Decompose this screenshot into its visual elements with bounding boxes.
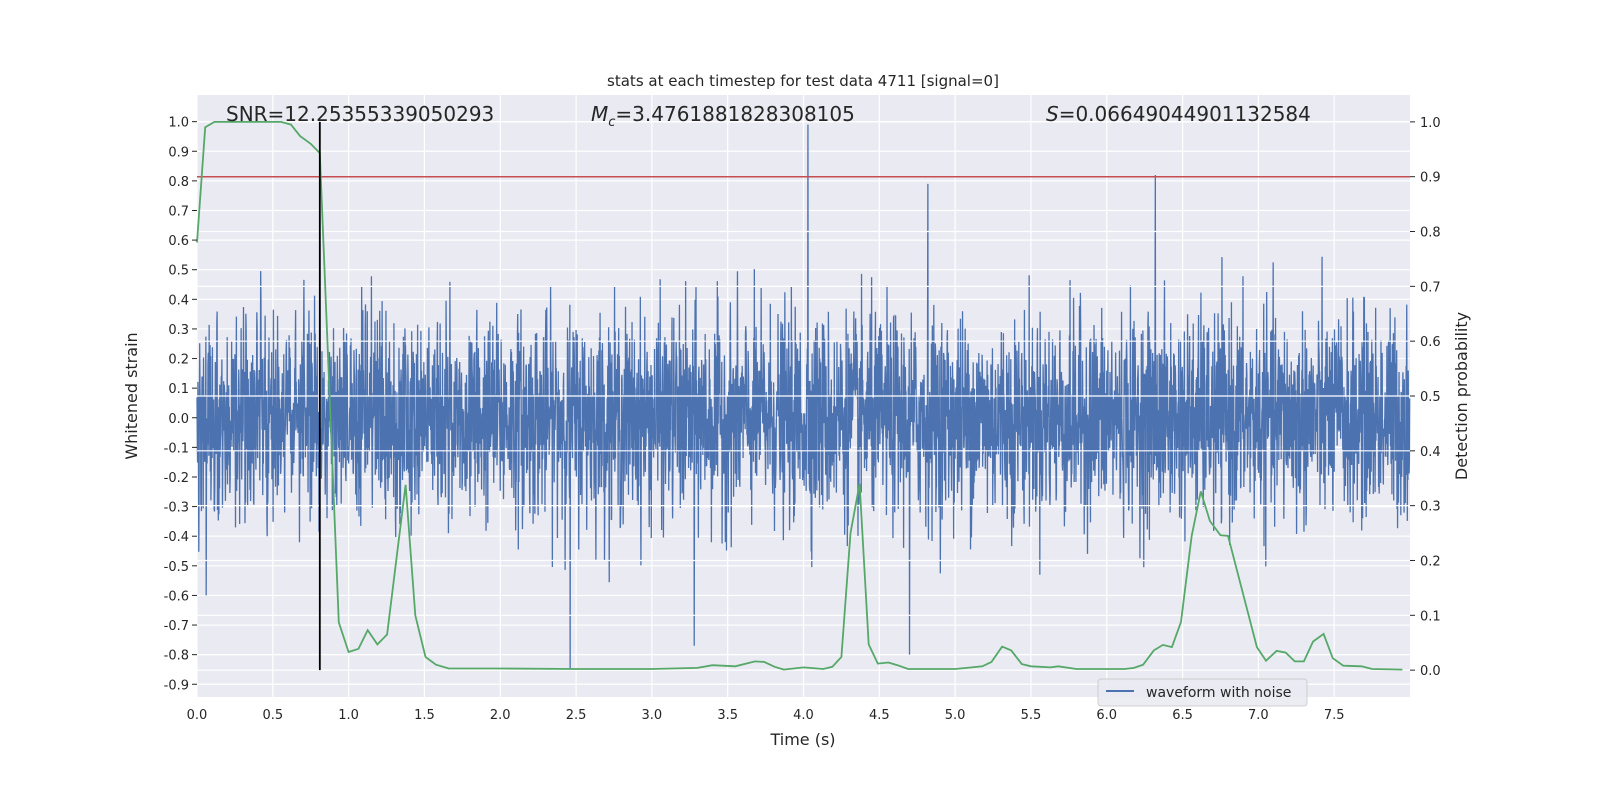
y-axis-label-right: Detection probability: [1452, 312, 1471, 480]
y-tick-label-right: 0.3: [1420, 500, 1441, 515]
y-tick-label-right: 0.1: [1420, 609, 1441, 624]
y-tick-label-left: 0.0: [168, 412, 189, 427]
x-tick-label: 1.5: [414, 708, 435, 723]
x-tick-label: 7.0: [1248, 708, 1269, 723]
x-tick-label: 0.0: [187, 708, 208, 723]
y-tick-label-left: 0.8: [168, 175, 189, 190]
y-tick-label-left: -0.8: [164, 649, 189, 664]
x-tick-label: 6.5: [1172, 708, 1193, 723]
y-tick-label-right: 0.7: [1420, 280, 1441, 295]
x-tick-label: 1.0: [338, 708, 359, 723]
x-tick-label: 7.5: [1324, 708, 1345, 723]
x-tick-label: 3.0: [642, 708, 663, 723]
y-tick-label-right: 0.2: [1420, 554, 1441, 569]
y-tick-label-left: 1.0: [168, 116, 189, 131]
s-value: =0.06649044901132584: [1059, 102, 1311, 126]
y-tick-label-left: 0.5: [168, 264, 189, 279]
y-tick-label-left: 0.2: [168, 353, 189, 368]
y-tick-label-left: -0.3: [164, 501, 189, 516]
y-tick-label-left: 0.1: [168, 382, 189, 397]
annotation-s: S=0.06649044901132584: [1046, 102, 1311, 126]
x-tick-label: 4.0: [793, 708, 814, 723]
y-tick-label-left: 0.9: [168, 145, 189, 160]
y-tick-label-right: 0.0: [1420, 664, 1441, 679]
y-tick-label-right: 0.4: [1420, 445, 1441, 460]
mc-symbol: M: [591, 102, 608, 126]
chart: stats at each timestep for test data 471…: [122, 72, 1471, 749]
legend-label-waveform: waveform with noise: [1146, 685, 1291, 701]
x-tick-label: 2.0: [490, 708, 511, 723]
y-tick-label-right: 1.0: [1420, 116, 1441, 131]
y-axis-label-left: Whitened strain: [122, 332, 141, 459]
y-tick-label-left: -0.7: [164, 619, 189, 634]
legend: waveform with noise: [1097, 678, 1308, 707]
y-tick-label-left: -0.5: [164, 560, 189, 575]
y-tick-label-right: 0.6: [1420, 335, 1441, 350]
mc-value: =3.4761881828308105: [615, 102, 854, 126]
y-tick-label-right: 0.9: [1420, 171, 1441, 186]
y-tick-label-left: -0.6: [164, 589, 189, 604]
y-tick-label-left: 0.3: [168, 323, 189, 338]
x-ticks: 0.0 0.5 1.0 1.5 2.0 2.5 3.0 3.5 4.0 4.5 5.0 5.5 6.0 6…: [187, 708, 1345, 723]
x-axis-label: Time (s): [769, 730, 835, 749]
y-ticks-right: 1.0 0.9 0.8 0.7 0.6 0.5 0.4 0.3 0.2 0.1 0.0: [1410, 116, 1441, 679]
x-tick-label: 3.5: [717, 708, 738, 723]
y-tick-label-left: 0.6: [168, 234, 189, 249]
y-tick-label-left: -0.9: [164, 678, 189, 693]
x-tick-label: 5.5: [1021, 708, 1042, 723]
x-tick-label: 6.0: [1096, 708, 1117, 723]
mc-subscript: c: [608, 115, 615, 130]
x-tick-label: 2.5: [566, 708, 587, 723]
x-tick-label: 5.0: [945, 708, 966, 723]
y-ticks-left: 1.0 0.9 0.8 0.7 0.6 0.5 0.4 0.3 0.2 0.1 0.0 -0.1 -0.…: [164, 116, 197, 693]
chart-title: stats at each timestep for test data 471…: [607, 72, 999, 90]
y-tick-label-right: 0.5: [1420, 390, 1441, 405]
y-tick-label-left: 0.7: [168, 204, 189, 219]
annotation-chirp-mass: Mc=3.4761881828308105: [591, 102, 855, 130]
y-tick-label-left: -0.2: [164, 471, 189, 486]
y-tick-label-left: -0.1: [164, 441, 189, 456]
y-tick-label-left: -0.4: [164, 530, 189, 545]
annotation-snr: SNR=12.25355339050293: [226, 102, 494, 126]
y-tick-label-left: 0.4: [168, 293, 189, 308]
s-symbol: S: [1046, 102, 1059, 126]
x-tick-label: 0.5: [262, 708, 283, 723]
x-tick-label: 4.5: [869, 708, 890, 723]
y-tick-label-right: 0.8: [1420, 226, 1441, 241]
